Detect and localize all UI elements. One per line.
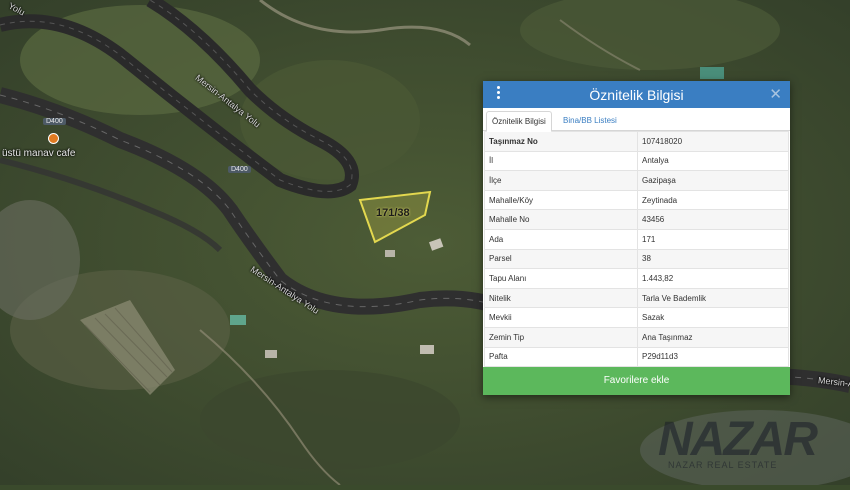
close-icon[interactable]: ✕ — [769, 85, 782, 103]
row-value: Gazipaşa — [637, 170, 789, 191]
cafe-marker-icon[interactable] — [48, 133, 59, 144]
table-row: Mahalle No 43456 — [484, 209, 789, 230]
panel-tabs: Öznitelik Bilgisi Bina/BB Listesi — [483, 108, 790, 132]
table-row: İl Antalya — [484, 150, 789, 172]
row-key: Mevkii — [484, 307, 638, 328]
watermark-brand: NAZAR — [658, 413, 818, 466]
panel-title: Öznitelik Bilgisi — [589, 87, 684, 103]
row-key: Ada — [484, 228, 638, 250]
row-key: İl — [484, 150, 638, 172]
row-value: P29d11d3 — [637, 346, 789, 368]
row-key: İlçe — [484, 170, 638, 191]
panel-header: Öznitelik Bilgisi ✕ — [483, 81, 790, 108]
table-row: Tapu Alanı 1.443,82 — [484, 268, 789, 289]
road-shield: D400 — [43, 118, 66, 125]
watermark-tagline: NAZAR REAL ESTATE — [668, 460, 778, 470]
row-key: Tapu Alanı — [484, 268, 638, 289]
poi-label[interactable]: üstü manav cafe — [2, 148, 75, 159]
table-row: Taşınmaz No 107418020 — [484, 131, 789, 152]
attribute-info-panel: Öznitelik Bilgisi ✕ Öznitelik Bilgisi Bi… — [483, 81, 790, 395]
row-value: Antalya — [637, 150, 789, 172]
table-row: Zemin Tip Ana Taşınmaz — [484, 326, 789, 348]
parcel-label[interactable]: 171/38 — [376, 207, 410, 219]
table-row: Ada 171 — [484, 228, 789, 250]
row-value: 1.443,82 — [637, 268, 789, 289]
row-value: 43456 — [637, 209, 789, 230]
row-value: Sazak — [637, 307, 789, 328]
table-row: Mahalle/Köy Zeytinada — [484, 189, 789, 211]
row-value: Zeytinada — [637, 189, 789, 211]
row-value: Tarla Ve Bademlik — [637, 287, 789, 309]
table-row: Parsel 38 — [484, 248, 789, 270]
row-key: Parsel — [484, 248, 638, 270]
row-value: 107418020 — [637, 131, 789, 152]
attribute-table: Taşınmaz No 107418020 İl Antalya İlçe Gazip… — [484, 131, 789, 368]
road-shield: D400 — [228, 166, 251, 173]
row-value: 38 — [637, 248, 789, 270]
table-row: Nitelik Tarla Ve Bademlik — [484, 287, 789, 309]
row-key: Zemin Tip — [484, 326, 638, 348]
table-row: Mevkii Sazak — [484, 307, 789, 328]
watermark-logo: NAZAR NAZAR REAL ESTATE — [658, 412, 838, 474]
table-row: İlçe Gazipaşa — [484, 170, 789, 191]
row-key: Pafta — [484, 346, 638, 368]
tab-attribute-info[interactable]: Öznitelik Bilgisi — [486, 111, 552, 132]
row-key: Mahalle No — [484, 209, 638, 230]
row-value: Ana Taşınmaz — [637, 326, 789, 348]
row-key: Mahalle/Köy — [484, 189, 638, 211]
add-favorite-button[interactable]: Favorilere ekle — [483, 367, 790, 395]
row-key: Nitelik — [484, 287, 638, 309]
tab-building-list[interactable]: Bina/BB Listesi — [558, 111, 622, 130]
row-value: 171 — [637, 228, 789, 250]
row-key: Taşınmaz No — [484, 131, 638, 152]
table-row: Pafta P29d11d3 — [484, 346, 789, 368]
